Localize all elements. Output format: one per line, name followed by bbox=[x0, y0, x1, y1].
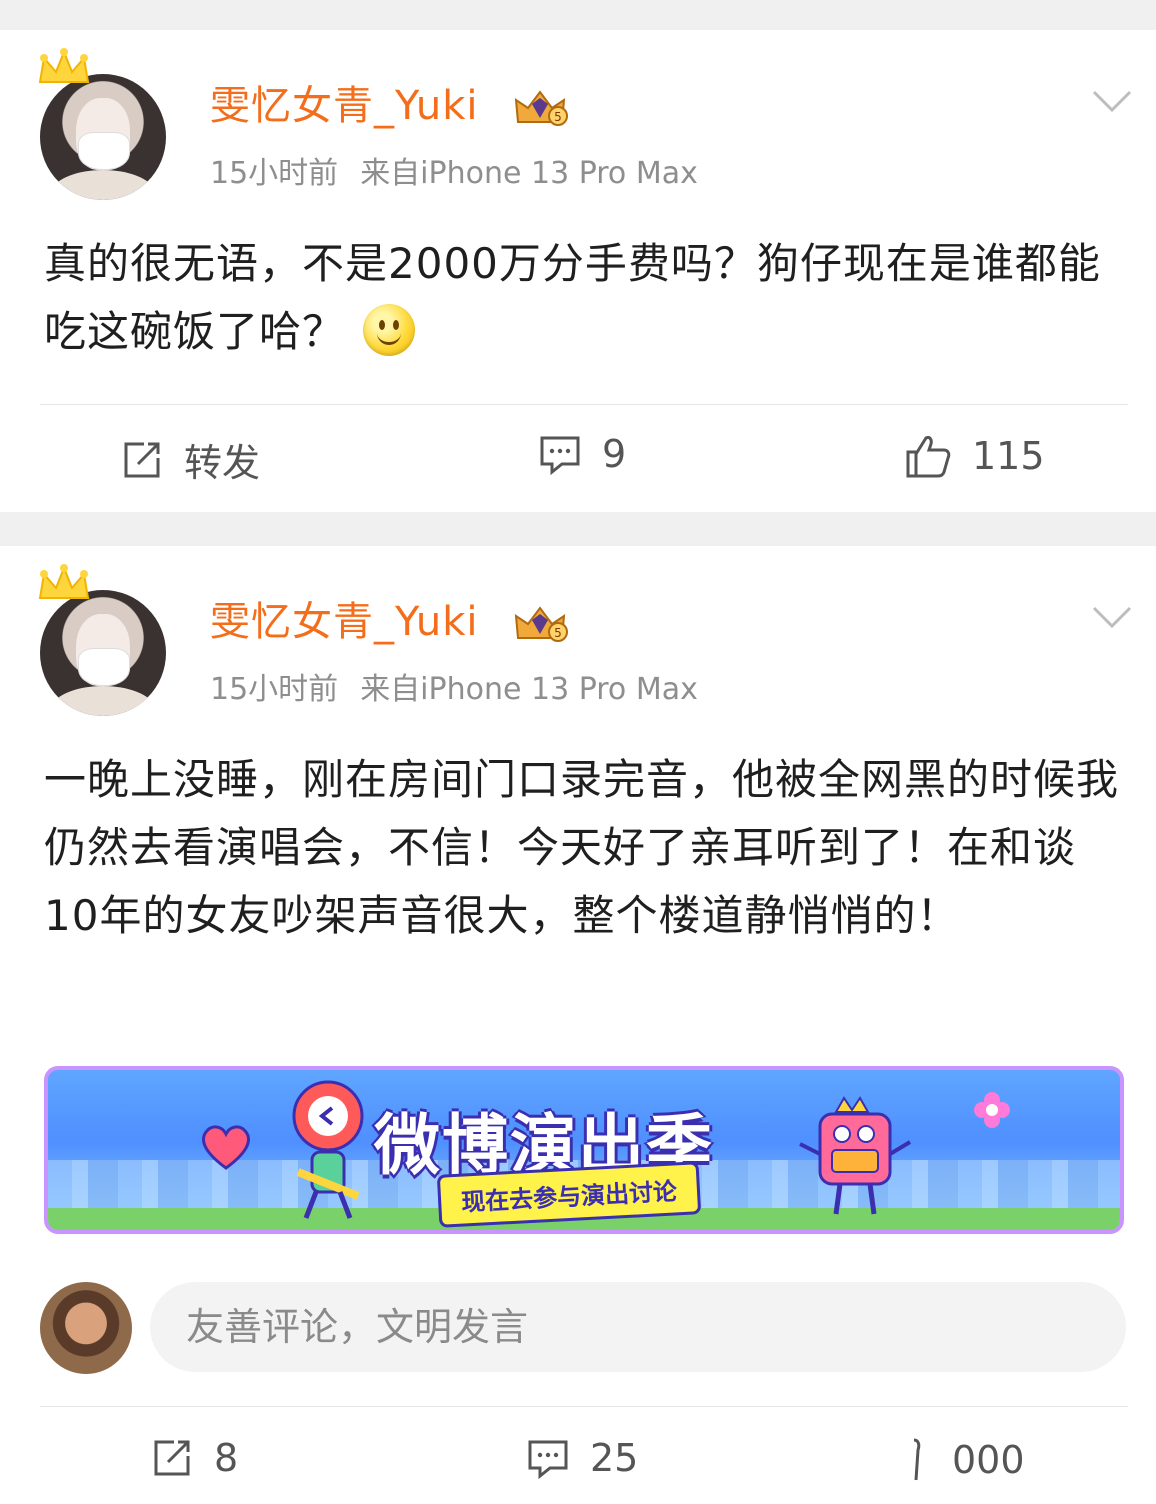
post-card: 雯忆女青_Yuki 5 15小时前 来自iPhone 13 Pro Max 真的很… bbox=[0, 30, 1156, 512]
author-avatar[interactable] bbox=[38, 48, 170, 204]
repost-icon bbox=[124, 442, 160, 477]
repost-icon bbox=[154, 1440, 190, 1476]
heart-icon bbox=[202, 1125, 250, 1170]
like-count: 000 bbox=[952, 1438, 1025, 1482]
post-text: 真的很无语，不是2000万分手费吗？狗仔现在是谁都能吃这碗饭了哈？ bbox=[44, 230, 1124, 366]
like-count: 115 bbox=[972, 434, 1045, 478]
author-avatar[interactable] bbox=[38, 564, 170, 720]
post-text: 一晚上没睡，刚在房间门口录完音，他被全网黑的时候我仍然去看演唱会，不信！今天好了… bbox=[44, 755, 1120, 940]
commenter-avatar[interactable] bbox=[40, 1282, 132, 1374]
post-time: 15小时前 bbox=[210, 156, 339, 191]
svg-text:5: 5 bbox=[554, 626, 562, 640]
smile-emoji-icon bbox=[363, 304, 416, 356]
divider bbox=[40, 404, 1128, 405]
svg-text:5: 5 bbox=[554, 110, 562, 124]
flower-icon bbox=[974, 1092, 1010, 1128]
chevron-down-icon[interactable] bbox=[1090, 602, 1134, 632]
comment-icon bbox=[528, 1440, 568, 1480]
avatar bbox=[40, 74, 166, 200]
chevron-down-icon[interactable] bbox=[1090, 86, 1134, 116]
repost-button[interactable]: 8 bbox=[150, 1436, 238, 1480]
performance-season-banner[interactable]: 微博演出季 现在去参与演出讨论 bbox=[44, 1066, 1124, 1234]
post-text-content: 真的很无语，不是2000万分手费吗？狗仔现在是谁都能吃这碗饭了哈？ bbox=[44, 239, 1101, 356]
comment-count: 9 bbox=[602, 432, 627, 476]
post-meta: 15小时前 来自iPhone 13 Pro Max bbox=[210, 670, 698, 710]
like-button[interactable]: 000 bbox=[904, 1436, 1025, 1484]
mascot-icon bbox=[292, 1080, 364, 1219]
comment-button[interactable]: 25 bbox=[526, 1436, 638, 1480]
like-button[interactable]: 115 bbox=[904, 432, 1045, 480]
vip-badge-icon: 5 bbox=[514, 90, 568, 126]
divider bbox=[40, 1406, 1128, 1407]
post-source: 来自iPhone 13 Pro Max bbox=[360, 156, 698, 191]
like-icon bbox=[913, 1438, 921, 1481]
comment-count: 25 bbox=[590, 1436, 639, 1480]
repost-button[interactable]: 转发 bbox=[120, 432, 260, 487]
repost-count: 8 bbox=[214, 1436, 239, 1480]
crown-icon bbox=[38, 564, 90, 599]
crown-icon bbox=[38, 48, 90, 83]
comment-button[interactable]: 9 bbox=[538, 432, 626, 476]
like-icon bbox=[906, 436, 951, 478]
post-time: 15小时前 bbox=[210, 672, 339, 707]
author-name[interactable]: 雯忆女青_Yuki bbox=[210, 598, 478, 646]
comment-input[interactable] bbox=[150, 1282, 1126, 1372]
post-card: 雯忆女青_Yuki 5 15小时前 来自iPhone 13 Pro Max 一晚上… bbox=[0, 546, 1156, 1504]
post-source: 来自iPhone 13 Pro Max bbox=[360, 672, 698, 707]
author-name[interactable]: 雯忆女青_Yuki bbox=[210, 82, 478, 130]
avatar bbox=[40, 590, 166, 716]
vip-badge-icon: 5 bbox=[514, 606, 568, 642]
post-meta: 15小时前 来自iPhone 13 Pro Max bbox=[210, 154, 698, 194]
comment-icon bbox=[540, 436, 580, 476]
robot-mascot-icon bbox=[799, 1096, 912, 1215]
repost-label: 转发 bbox=[184, 441, 261, 485]
